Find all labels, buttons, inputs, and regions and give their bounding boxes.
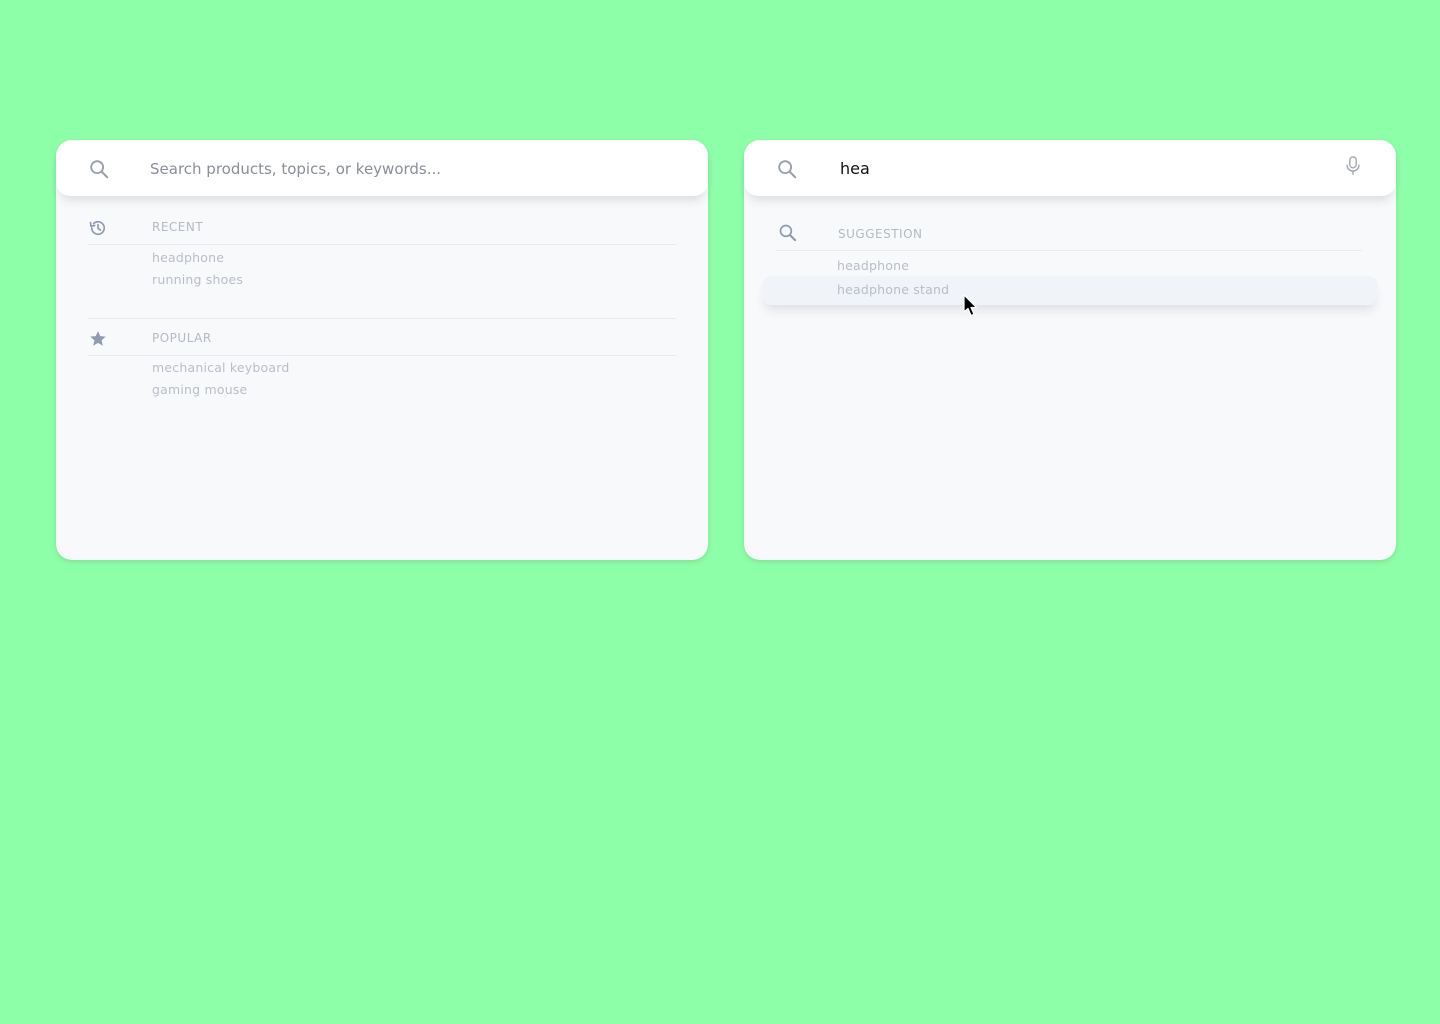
suggestion-title: SUGGESTION — [838, 227, 923, 241]
search-input[interactable] — [840, 155, 1320, 181]
popular-item-gaming-mouse[interactable]: gaming mouse — [152, 382, 247, 397]
suggestion-item-headphone[interactable]: headphone — [837, 258, 909, 273]
popular-section-header: POPULAR — [88, 323, 676, 356]
microphone-icon[interactable] — [1344, 155, 1362, 177]
star-icon — [90, 331, 106, 346]
suggestion-section-header: SUGGESTION — [776, 218, 1362, 251]
history-icon — [89, 220, 106, 236]
search-suggestion-icon — [779, 224, 797, 242]
recent-item-headphone[interactable]: headphone — [152, 250, 224, 265]
mouse-cursor-icon — [963, 294, 978, 317]
search-bar[interactable] — [744, 140, 1396, 196]
recent-item-running-shoes[interactable]: running shoes — [152, 272, 243, 287]
search-panel-typing: SUGGESTION headphone headphone stand — [744, 140, 1396, 560]
search-panel-empty: RECENT headphone running shoes POPULAR m… — [56, 140, 708, 560]
popular-title: POPULAR — [152, 331, 212, 345]
suggestion-item-headphone-stand[interactable]: headphone stand — [837, 282, 949, 297]
search-icon — [90, 160, 109, 179]
search-bar[interactable] — [56, 140, 708, 196]
popular-item-mechanical-keyboard[interactable]: mechanical keyboard — [152, 360, 289, 375]
section-divider — [88, 318, 676, 319]
search-input[interactable] — [150, 156, 650, 182]
recent-section-header: RECENT — [88, 212, 676, 245]
search-icon — [778, 160, 797, 179]
recent-title: RECENT — [152, 220, 204, 234]
